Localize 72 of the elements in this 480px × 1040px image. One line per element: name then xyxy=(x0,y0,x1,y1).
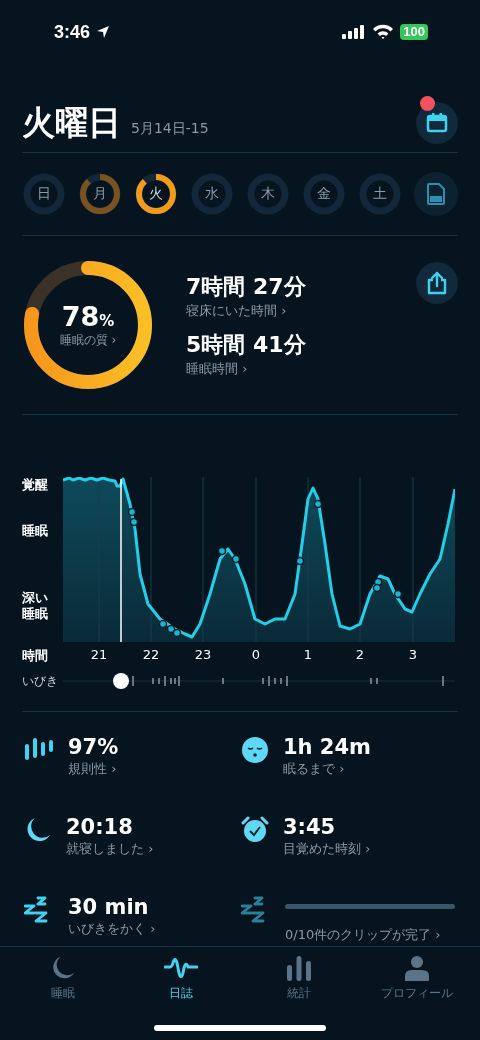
bar-chart-icon xyxy=(286,955,312,981)
wifi-icon xyxy=(372,24,395,40)
axis-label: 時間 xyxy=(22,647,49,665)
hour-label: 3 xyxy=(408,647,418,662)
duration-link[interactable]: 睡眠時間 › xyxy=(186,360,306,378)
hour-label: 23 xyxy=(194,647,212,662)
stage-label: 覚醒 xyxy=(22,477,49,493)
sleep-quality-link[interactable]: 睡眠の質 › xyxy=(59,332,117,349)
stat-link[interactable]: 眠るまで › xyxy=(283,760,371,778)
moon-icon xyxy=(50,955,76,981)
event-point xyxy=(158,619,168,629)
event-point xyxy=(372,583,382,593)
event-point xyxy=(393,589,403,599)
stat-link[interactable]: 目覚めた時刻 › xyxy=(283,840,371,858)
hour-label: 2 xyxy=(355,647,365,662)
stat-link[interactable]: いびきをかく › xyxy=(68,920,156,938)
stat-value: 3:45 xyxy=(283,814,337,840)
date-range: 5月14日-15 xyxy=(131,120,209,138)
share-button[interactable] xyxy=(416,262,458,304)
duration-value: 7時間 27分 xyxy=(186,273,306,301)
wave-icon xyxy=(164,955,198,981)
stat-link[interactable]: 就寝しました › xyxy=(66,840,154,858)
day-button[interactable]: 火 xyxy=(134,172,178,216)
event-point xyxy=(127,507,137,517)
tab-button[interactable]: 日誌 xyxy=(126,955,236,1002)
event-point xyxy=(295,556,305,566)
event-point xyxy=(166,624,176,634)
tab-button[interactable]: 睡眠 xyxy=(8,955,118,1002)
report-button[interactable] xyxy=(414,172,458,216)
day-button[interactable]: 月 xyxy=(78,172,122,216)
quality-score: 78 xyxy=(61,301,100,332)
day-button[interactable]: 水 xyxy=(190,172,234,216)
duration-link[interactable]: 寝床にいた時間 › xyxy=(186,302,306,320)
stat-link[interactable]: 規則性 › xyxy=(68,760,119,778)
event-point xyxy=(217,546,227,556)
status-time: 3:46 xyxy=(54,21,91,43)
day-button[interactable]: 木 xyxy=(246,172,290,216)
day-button[interactable]: 日 xyxy=(22,172,66,216)
event-point xyxy=(313,499,323,509)
tab-button[interactable]: 統計 xyxy=(244,955,354,1002)
document-icon xyxy=(427,183,445,205)
hour-label: 0 xyxy=(251,647,261,662)
stat-value: 97% xyxy=(68,734,119,760)
event-point xyxy=(231,554,241,564)
event-point xyxy=(129,517,139,527)
day-button[interactable]: 金 xyxy=(302,172,346,216)
hour-label: 22 xyxy=(142,647,160,662)
battery-indicator: 100 xyxy=(400,24,428,40)
percent-unit: % xyxy=(99,312,115,330)
timeline-handle[interactable] xyxy=(113,673,129,689)
stat-value: 1h 24m xyxy=(283,734,371,760)
stage-label: 睡眠 xyxy=(22,523,49,539)
day-button[interactable]: 土 xyxy=(358,172,402,216)
stage-label: 深い睡眠 xyxy=(22,590,49,622)
snore-label: いびき xyxy=(22,672,59,690)
stat-value: 30 min xyxy=(68,894,150,920)
stat-link[interactable]: 0/10件のクリップが完了 › xyxy=(285,926,455,944)
person-icon xyxy=(404,955,430,981)
location-icon xyxy=(96,25,111,39)
event-point xyxy=(172,628,182,638)
calendar-button[interactable] xyxy=(416,102,458,144)
sleeping-face-icon xyxy=(241,736,269,764)
hour-label: 1 xyxy=(303,647,313,662)
calendar-icon xyxy=(426,112,448,134)
stat-value: 20:18 xyxy=(66,814,134,840)
share-icon xyxy=(426,271,448,295)
signal-icon xyxy=(342,25,367,39)
alarm-clock-icon xyxy=(241,816,269,844)
duration-value: 5時間 41分 xyxy=(186,331,306,359)
hour-label: 21 xyxy=(90,647,108,662)
day-title: 火曜日 xyxy=(22,103,121,143)
tab-button[interactable]: プロフィール xyxy=(362,955,472,1002)
